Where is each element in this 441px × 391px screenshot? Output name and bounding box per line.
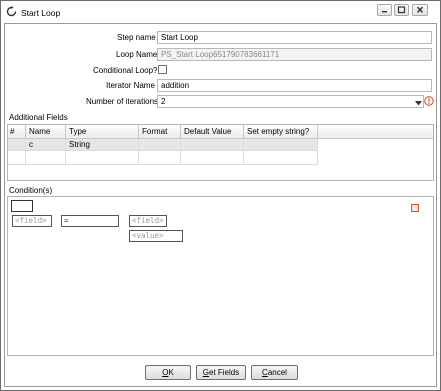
cell-empty[interactable] — [244, 139, 318, 151]
conditional-loop-label: Conditional Loop? — [93, 66, 158, 75]
chevron-down-icon[interactable] — [415, 99, 422, 106]
table-row[interactable]: c String — [8, 139, 318, 151]
column-header-empty[interactable]: Set empty string? — [244, 125, 318, 139]
iterator-name-label: Iterator Name — [106, 81, 155, 90]
ok-label-rest: K — [168, 368, 174, 377]
empty-cell — [139, 151, 181, 165]
right-field-selector[interactable]: <field> — [129, 215, 167, 227]
delete-condition-icon[interactable] — [411, 204, 419, 212]
column-header-type[interactable]: Type — [66, 125, 139, 139]
warning-icon — [424, 96, 434, 106]
ok-button[interactable]: OK — [145, 365, 191, 380]
column-header-format[interactable]: Format — [139, 125, 181, 139]
cell-name[interactable]: c — [26, 139, 66, 151]
empty-cell — [181, 151, 244, 165]
empty-cell — [244, 151, 318, 165]
get-fields-label-rest: et Fields — [209, 368, 240, 377]
additional-fields-table: # Name Type Format Default Value Set emp… — [7, 124, 434, 181]
cell-num — [8, 139, 26, 151]
window-title: Start Loop — [21, 8, 61, 18]
empty-cell — [66, 151, 139, 165]
loop-name-input[interactable]: PS_Start Loop651790783661171 — [157, 48, 432, 61]
cancel-button[interactable]: Cancel — [251, 365, 298, 380]
column-header-name[interactable]: Name — [26, 125, 66, 139]
iterations-label: Number of iterations — [86, 97, 159, 106]
operator-selector[interactable]: = — [61, 215, 119, 227]
empty-cell — [26, 151, 66, 165]
cancel-label-rest: ancel — [267, 368, 287, 377]
iterator-name-input[interactable]: addition — [157, 79, 432, 92]
cell-format[interactable] — [139, 139, 181, 151]
condition-negate-box[interactable] — [11, 200, 33, 212]
empty-cell — [8, 151, 26, 165]
app-loop-icon — [6, 6, 17, 17]
iterations-select[interactable]: 2 — [157, 95, 424, 108]
additional-fields-label: Additional Fields — [9, 113, 68, 122]
cell-type[interactable]: String — [66, 139, 139, 151]
title-bar[interactable]: Start Loop — [1, 1, 440, 23]
get-fields-button[interactable]: Get Fields — [196, 365, 246, 380]
cell-default[interactable] — [181, 139, 244, 151]
value-input[interactable]: <value> — [129, 230, 183, 242]
conditions-label: Condition(s) — [9, 186, 53, 195]
loop-name-label: Loop Name — [116, 50, 158, 59]
maximize-button[interactable] — [394, 4, 409, 16]
conditions-editor[interactable]: <field> = <field> <value> — [7, 196, 434, 356]
step-name-input[interactable]: Start Loop — [157, 31, 432, 44]
empty-row — [8, 151, 318, 165]
step-name-label: Step name — [117, 33, 156, 42]
column-header-default[interactable]: Default Value — [181, 125, 244, 139]
column-header-filler — [318, 125, 433, 139]
close-button[interactable] — [412, 4, 428, 16]
conditional-loop-checkbox[interactable] — [158, 65, 167, 74]
left-field-selector[interactable]: <field> — [12, 215, 52, 227]
column-header-num[interactable]: # — [8, 125, 26, 139]
minimize-button[interactable] — [377, 4, 392, 16]
